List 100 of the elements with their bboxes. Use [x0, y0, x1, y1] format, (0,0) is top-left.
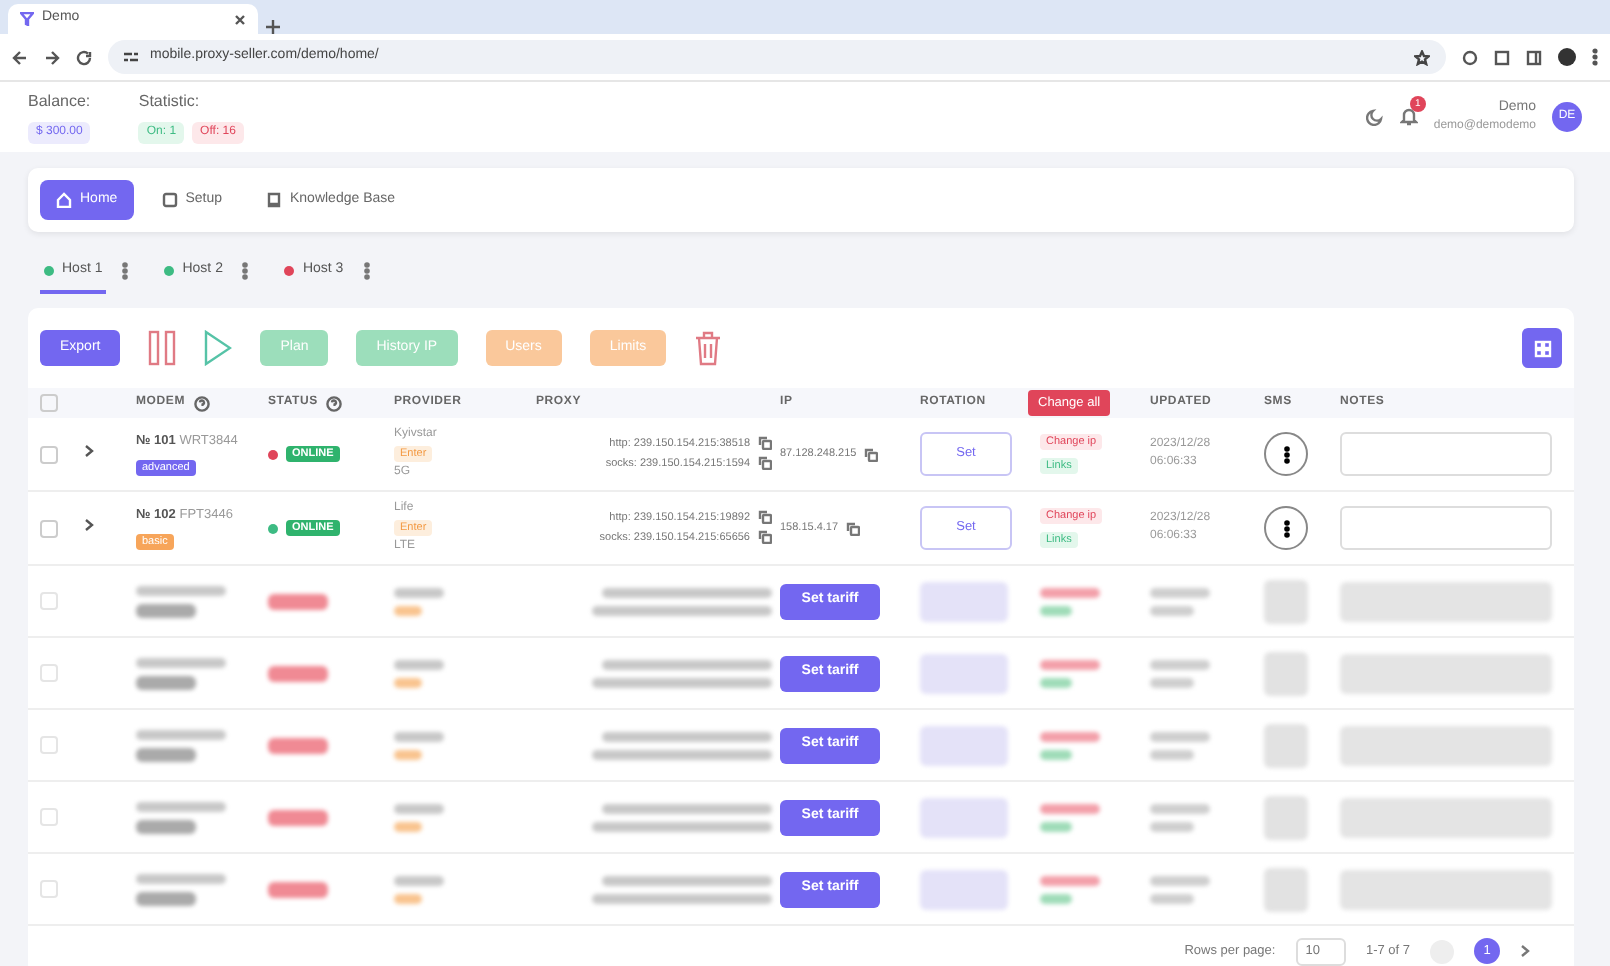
blurred-content: [1040, 803, 1100, 813]
blurred-content: [1040, 875, 1100, 885]
blurred-content: [136, 585, 226, 595]
moon-icon[interactable]: [1365, 108, 1384, 126]
trash-icon[interactable]: [694, 330, 723, 366]
blurred-content: [394, 893, 422, 903]
notes-field[interactable]: [1340, 506, 1552, 550]
row-checkbox[interactable]: [40, 445, 58, 463]
copy-icon[interactable]: [846, 521, 861, 535]
blurred-content: [920, 797, 1008, 837]
blurred-content: [1040, 821, 1072, 831]
blurred-content: [136, 891, 196, 905]
notes-field[interactable]: [1340, 432, 1552, 476]
blurred-content: [1150, 875, 1210, 885]
reload-icon[interactable]: [76, 49, 92, 65]
sms-button[interactable]: [1264, 506, 1308, 550]
site-settings-icon: [124, 50, 138, 64]
close-icon[interactable]: [234, 13, 246, 25]
blurred-content: [1040, 893, 1072, 903]
forward-icon[interactable]: [44, 49, 60, 65]
blurred-content: [136, 603, 196, 617]
blurred-content: [268, 809, 328, 825]
blurred-content: [1150, 803, 1210, 813]
more-icon[interactable]: [1283, 519, 1289, 537]
row-checkbox[interactable]: [40, 808, 58, 826]
next-page-icon[interactable]: [1520, 944, 1530, 959]
blurred-content: [1264, 651, 1308, 695]
blurred-content: [1264, 723, 1308, 767]
blurred-content: [136, 819, 196, 833]
blurred-content: [268, 665, 328, 681]
sms-button[interactable]: [1264, 432, 1308, 476]
row-checkbox[interactable]: [40, 736, 58, 754]
blurred-content: [1264, 579, 1308, 623]
blurred-content: [1150, 893, 1194, 903]
blurred-content: [1150, 821, 1194, 831]
blurred-content: [1150, 749, 1194, 759]
blurred-content: [136, 657, 226, 667]
blurred-content: [136, 675, 196, 689]
blurred-content: [136, 747, 196, 761]
statistic-label: Statistic:: [138, 90, 202, 114]
funnel-icon: [20, 12, 34, 26]
blurred-content: [136, 873, 226, 883]
copy-icon[interactable]: [758, 456, 772, 470]
blurred-content: [1150, 605, 1194, 615]
blurred-content: [394, 731, 444, 741]
expand-icon[interactable]: [84, 444, 94, 459]
blurred-content: [920, 725, 1008, 765]
blurred-content: [394, 677, 422, 687]
select-all-checkbox[interactable]: [40, 394, 58, 412]
blurred-content: [1040, 587, 1100, 597]
blurred-content: [1264, 795, 1308, 839]
copy-icon[interactable]: [864, 447, 879, 461]
expand-icon[interactable]: [84, 518, 94, 533]
grid-view-button[interactable]: [1522, 328, 1562, 368]
square-icon: [161, 192, 178, 208]
bell-icon[interactable]: [1399, 105, 1418, 126]
blurred-content: [136, 801, 226, 811]
blurred-content: [268, 593, 328, 609]
book-icon: [265, 192, 282, 208]
blurred-content: [1264, 867, 1308, 911]
blurred-content: [394, 803, 444, 813]
balance-label: Balance:: [28, 90, 91, 114]
grid-icon: [1533, 339, 1551, 357]
extension-icon[interactable]: [1462, 49, 1478, 65]
profile-avatar[interactable]: [1558, 48, 1576, 66]
blurred-content: [1150, 659, 1210, 669]
blurred-content: [268, 737, 328, 753]
blurred-content: [394, 821, 422, 831]
blurred-content: [394, 659, 444, 669]
star-icon[interactable]: [1414, 49, 1430, 65]
row-checkbox[interactable]: [40, 664, 58, 682]
copy-icon[interactable]: [758, 435, 772, 450]
blurred-content: [920, 653, 1008, 693]
blurred-content: [1150, 731, 1210, 741]
browser-menu-icon[interactable]: [1592, 48, 1598, 66]
row-checkbox[interactable]: [40, 880, 58, 898]
back-icon[interactable]: [12, 49, 28, 65]
blurred-content: [1040, 749, 1072, 759]
new-tab-icon[interactable]: [266, 20, 280, 34]
blurred-content: [394, 749, 422, 759]
blurred-content: [920, 581, 1008, 621]
blurred-content: [394, 605, 422, 615]
blurred-content: [920, 869, 1008, 909]
copy-icon[interactable]: [758, 530, 772, 544]
blurred-content: [268, 881, 328, 897]
blurred-content: [136, 729, 226, 739]
blurred-content: [1150, 677, 1194, 687]
sidebar-icon[interactable]: [1526, 49, 1542, 65]
blurred-content: [1040, 605, 1072, 615]
row-checkbox[interactable]: [40, 519, 58, 537]
pause-icon[interactable]: [148, 330, 177, 366]
more-icon[interactable]: [1283, 445, 1289, 463]
blurred-content: [1040, 677, 1072, 687]
home-icon: [56, 192, 72, 208]
blurred-content: [394, 587, 444, 597]
blurred-content: [394, 875, 444, 885]
blurred-content: [1040, 731, 1100, 741]
row-checkbox[interactable]: [40, 592, 58, 610]
blurred-content: [1150, 587, 1210, 597]
copy-icon[interactable]: [758, 509, 772, 524]
